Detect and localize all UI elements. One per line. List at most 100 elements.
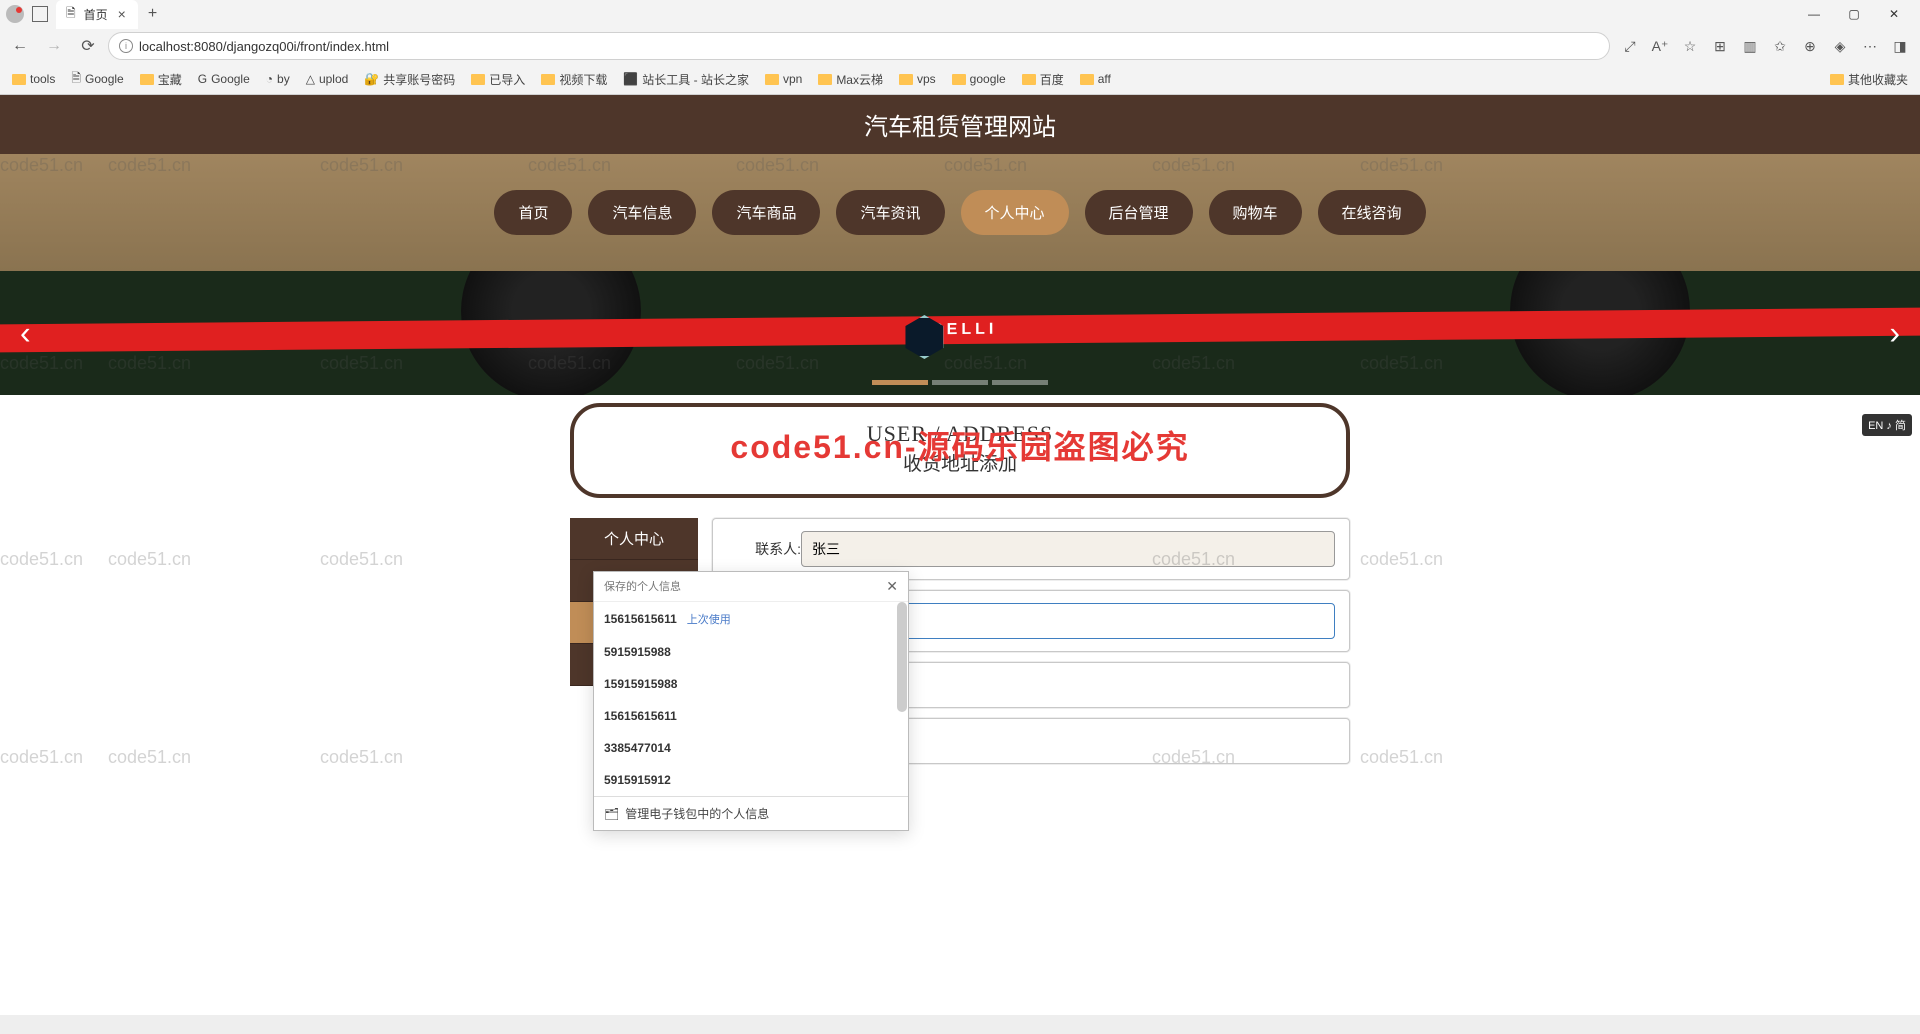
sidebar-icon[interactable]: ◨ [1886,32,1914,60]
bookmark-item[interactable]: ⬛ 站长工具 - 站长之家 [617,69,755,90]
toolbar-right: ⤢ A⁺ ☆ ⊞ ▥ ✩ ⊕ ◈ ⋯ ◨ [1616,32,1914,60]
bookmark-item[interactable]: 已导入 [465,69,531,90]
tab-title: 首页 [84,6,108,23]
favorites-bar-icon[interactable]: ✩ [1766,32,1794,60]
bookmark-item[interactable]: aff [1074,70,1117,88]
folder-icon [541,74,555,85]
autofill-option[interactable]: 3385477014 [594,732,908,764]
nav-car-info[interactable]: 汽车信息 [588,190,696,235]
site-title: 汽车租赁管理网站 [0,95,1920,154]
scrollbar-thumb[interactable] [897,602,907,712]
title-bar: 🗎 首页 × + — ▢ ✕ [0,0,1920,28]
url-text: localhost:8080/djangozq00i/front/index.h… [139,39,389,54]
bookmark-item[interactable]: 宝藏 [134,69,188,90]
bookmark-item[interactable]: △ uplod [300,70,355,88]
watermark: code51.cn [320,747,403,768]
profile-avatar-icon[interactable] [6,5,24,23]
nav-cart[interactable]: 购物车 [1209,190,1302,235]
folder-icon [952,74,966,85]
browser-tab[interactable]: 🗎 首页 × [56,0,138,29]
bookmark-item[interactable]: ◔ by [260,70,296,88]
nav-home[interactable]: 首页 [494,190,572,235]
folder-icon [1080,74,1094,85]
nav-consult[interactable]: 在线咨询 [1318,190,1426,235]
watermark: code51.cn [320,549,403,570]
bookmark-item[interactable]: G Google [192,70,256,88]
nav-car-products[interactable]: 汽车商品 [712,190,820,235]
watermark: code51.cn [108,747,191,768]
folder-icon [12,74,26,85]
bookmark-item[interactable]: vps [893,70,942,88]
autofill-title: 保存的个人信息 [604,578,681,595]
autofill-list[interactable]: 15615615611上次使用 5915915988 15915915988 1… [594,602,908,796]
bookmark-item[interactable]: google [946,70,1012,88]
bookmark-item[interactable]: Max云梯 [812,69,889,90]
collections-icon[interactable]: ▥ [1736,32,1764,60]
scrollbar-track[interactable] [896,602,908,796]
bookmark-item[interactable]: 视频下载 [535,69,613,90]
carousel-prev-icon[interactable]: ‹ [10,305,41,362]
favorite-button[interactable]: ☆ [1676,32,1704,60]
carousel-dots [872,380,1048,385]
bookmark-item[interactable]: 百度 [1016,69,1070,90]
bookmark-item[interactable]: vpn [759,70,808,88]
downloads-icon[interactable]: ⊕ [1796,32,1824,60]
autofill-option[interactable]: 15615615611上次使用 [594,602,908,636]
browser-chrome: 🗎 首页 × + — ▢ ✕ ← → ⟳ i localhost:8080/dj… [0,0,1920,95]
sidebar-item-profile[interactable]: 个人中心 [570,518,698,560]
other-bookmarks[interactable]: 其他收藏夹 [1824,69,1914,90]
wallet-icon[interactable]: ◈ [1826,32,1854,60]
nav-admin[interactable]: 后台管理 [1085,190,1193,235]
tracking-icon[interactable]: ⤢ [1616,32,1644,60]
wallet-icon: 🗂 [604,807,619,821]
close-icon[interactable]: ✕ [886,578,898,595]
extensions-icon[interactable]: ⊞ [1706,32,1734,60]
autofill-option[interactable]: 15915915988 [594,668,908,700]
autofill-option[interactable]: 5915915988 [594,636,908,668]
bookmark-item[interactable]: tools [6,70,61,88]
address-bar-row: ← → ⟳ i localhost:8080/djangozq00i/front… [0,28,1920,64]
nav-car-news[interactable]: 汽车资讯 [836,190,944,235]
watermark: code51.cn [1360,747,1443,768]
window-controls: — ▢ ✕ [1794,0,1914,28]
refresh-button[interactable]: ⟳ [74,32,102,60]
nav-user-center[interactable]: 个人中心 [961,190,1069,235]
read-aloud-icon[interactable]: A⁺ [1646,32,1674,60]
maximize-button[interactable]: ▢ [1834,0,1874,28]
watermark: code51.cn [0,747,83,768]
minimize-button[interactable]: — [1794,0,1834,28]
folder-icon [471,74,485,85]
close-window-button[interactable]: ✕ [1874,0,1914,28]
autofill-manage-link[interactable]: 🗂 管理电子钱包中的个人信息 [594,796,908,830]
autofill-option[interactable]: 15615615611 [594,700,908,732]
carousel-dot[interactable] [932,380,988,385]
tab-overview-icon[interactable] [32,6,48,22]
address-bar[interactable]: i localhost:8080/djangozq00i/front/index… [108,32,1610,60]
carousel-dot[interactable] [992,380,1048,385]
folder-icon [765,74,779,85]
autofill-option[interactable]: 5915915912 [594,764,908,796]
carousel-next-icon[interactable]: › [1879,305,1910,362]
page-favicon-icon: 🗎 [66,4,76,25]
watermark: code51.cn [108,549,191,570]
folder-icon [1022,74,1036,85]
site-info-icon[interactable]: i [119,39,133,53]
hero-carousel: IRELLI ‹ › [0,271,1920,395]
bookmarks-bar: tools 🗎 Google 宝藏 G Google ◔ by △ uplod … [0,64,1920,94]
bookmark-item[interactable]: 🗎 Google [65,67,129,92]
page-content: code51.cn code51.cn code51.cn code51.cn … [0,95,1920,1015]
contact-input[interactable] [801,531,1335,567]
ime-indicator[interactable]: EN ♪ 简 [1862,414,1912,436]
folder-icon [899,74,913,85]
folder-icon [1830,74,1844,85]
forward-button: → [40,32,68,60]
contact-label: 联系人: [727,539,801,559]
close-tab-icon[interactable]: × [116,6,128,22]
red-watermark: code51.cn-源码乐园盗图必究 [730,422,1189,468]
bookmark-item[interactable]: 🔐 共享账号密码 [358,69,461,90]
autofill-header: 保存的个人信息 ✕ [594,572,908,602]
more-icon[interactable]: ⋯ [1856,32,1884,60]
new-tab-button[interactable]: + [138,5,167,23]
back-button[interactable]: ← [6,32,34,60]
carousel-dot[interactable] [872,380,928,385]
